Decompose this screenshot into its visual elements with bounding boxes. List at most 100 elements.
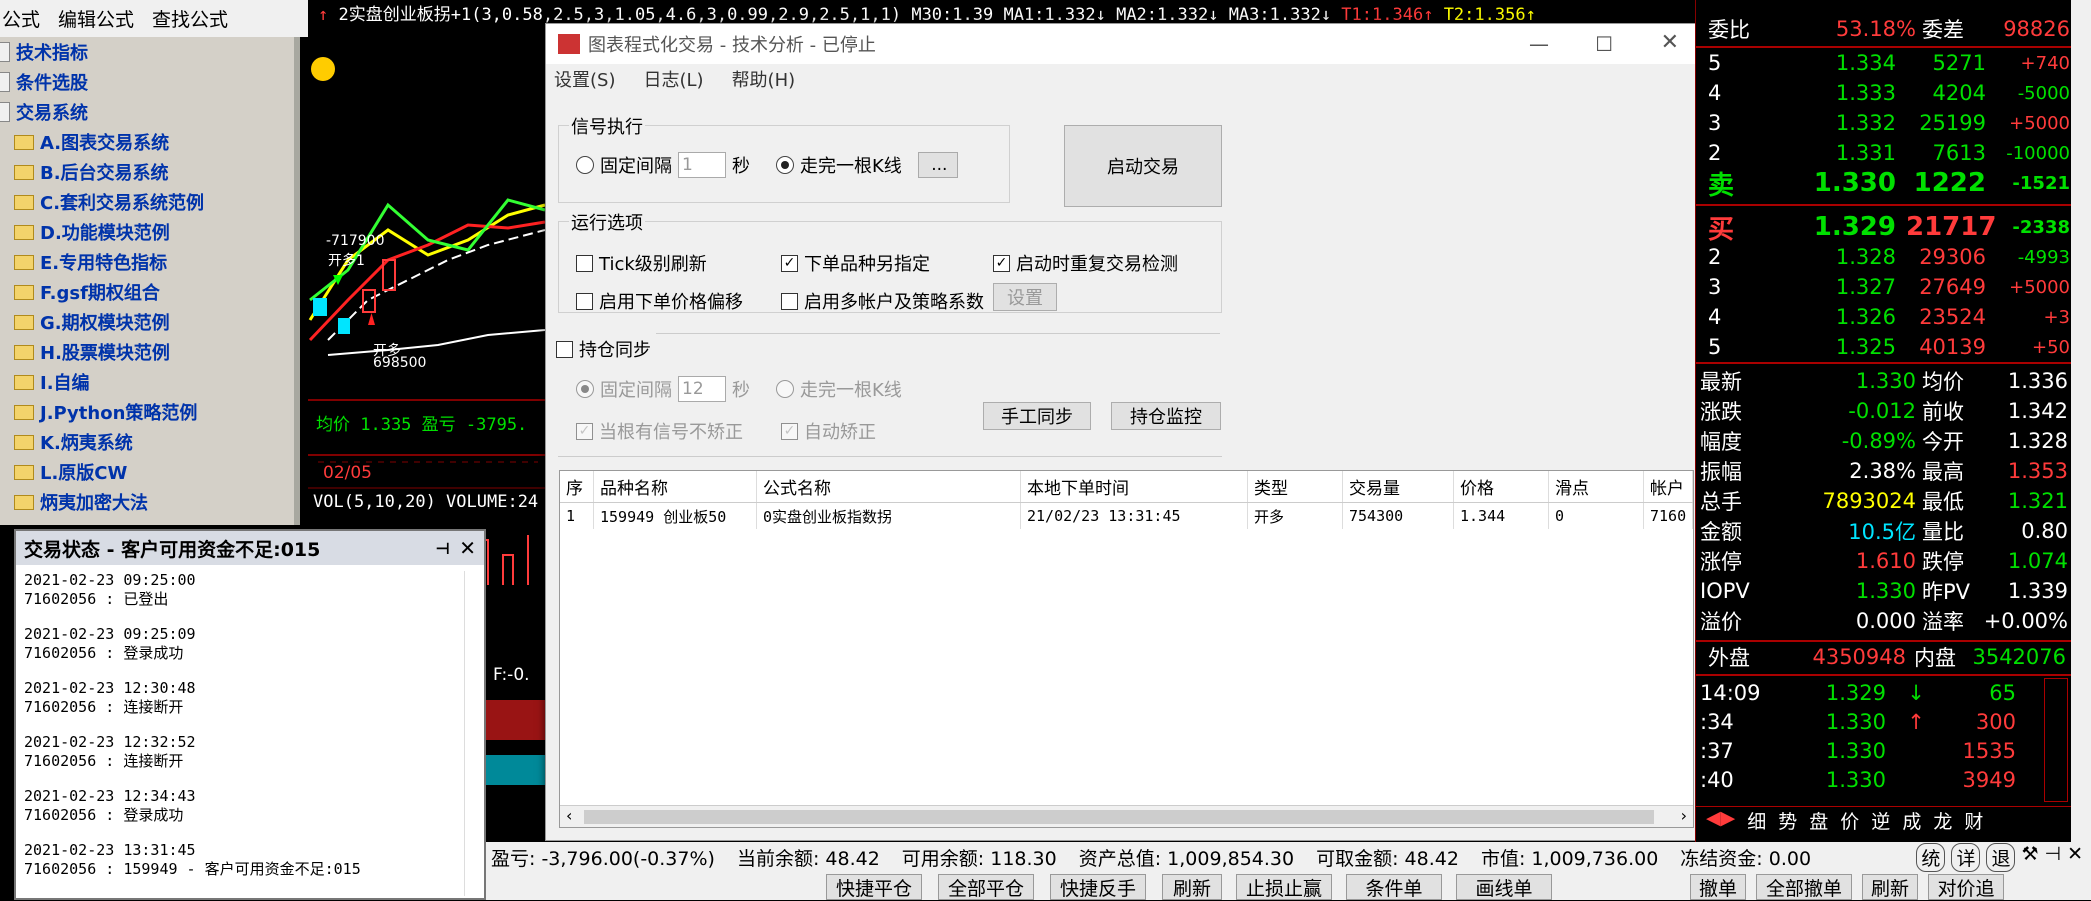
interval-input[interactable]: 1 <box>678 152 726 178</box>
exit-button[interactable]: 退 <box>1986 842 2016 872</box>
fixed-interval-radio[interactable] <box>576 156 594 174</box>
quote-row[interactable]: 4 1.326 23524 +3 <box>1696 302 2072 332</box>
tab-trend[interactable]: 势 <box>1778 807 1797 833</box>
pin-icon[interactable]: ⊣ <box>435 539 450 558</box>
tree-item[interactable]: G.期权模块范例 <box>0 307 294 337</box>
expand-icon[interactable] <box>0 72 10 92</box>
close-all-button[interactable]: 全部平仓 <box>938 874 1034 900</box>
pos-interval-input[interactable]: 12 <box>678 376 726 402</box>
tree-item[interactable]: L.原版CW <box>0 457 294 487</box>
log-scrollbar[interactable] <box>464 571 480 896</box>
tab-book[interactable]: 盘 <box>1809 807 1828 833</box>
quote-row[interactable]: 3 1.327 27649 +5000 <box>1696 272 2072 302</box>
col-header[interactable]: 类型 <box>1248 471 1343 502</box>
pin-icon[interactable]: ⊣ <box>2045 843 2062 872</box>
scroll-right-icon[interactable]: › <box>1681 806 1687 825</box>
pos-sync-checkbox[interactable] <box>556 340 573 358</box>
cancel-all-button[interactable]: 全部撤单 <box>1756 874 1852 900</box>
col-header[interactable]: 序 <box>560 471 594 502</box>
scroll-thumb[interactable] <box>584 810 1654 824</box>
tab-finance[interactable]: 财 <box>1964 807 1983 833</box>
horizontal-scrollbar[interactable]: ‹ › <box>560 805 1693 827</box>
tree-item[interactable]: 炳夷加密大法 <box>0 487 294 517</box>
scroll-left-icon[interactable]: ‹ <box>566 806 572 825</box>
tree-item[interactable]: F.gsf期权组合 <box>0 277 294 307</box>
pos-interval-radio[interactable] <box>576 380 594 398</box>
menu-formula[interactable]: 公式 <box>2 5 40 32</box>
quick-close-button[interactable]: 快捷平仓 <box>826 874 922 900</box>
close-icon[interactable]: ✕ <box>1661 30 1679 55</box>
quote-row[interactable]: 卖 1.330 1222 -1521 <box>1696 168 2072 201</box>
order-specify-checkbox[interactable]: ✓ <box>781 254 798 272</box>
col-header[interactable]: 公式名称 <box>757 471 1021 502</box>
position-monitor-button[interactable]: 持仓监控 <box>1111 402 1221 430</box>
quick-reverse-button[interactable]: 快捷反手 <box>1050 874 1146 900</box>
quote-row[interactable]: 4 1.333 4204 -5000 <box>1696 78 2072 108</box>
tree-item[interactable]: I.自编 <box>0 367 294 397</box>
tree-item[interactable]: 条件选股 <box>0 67 294 97</box>
close-icon[interactable]: ✕ <box>2067 843 2083 872</box>
tree-item[interactable]: B.后台交易系统 <box>0 157 294 187</box>
menu-log[interactable]: 日志(L) <box>643 66 703 92</box>
cancel-order-button[interactable]: 撤单 <box>1690 874 1746 900</box>
tree-item[interactable]: 交易系统 <box>0 97 294 127</box>
refresh-orders-button[interactable]: 刷新 <box>1862 874 1918 900</box>
col-header[interactable]: 帐户 <box>1644 471 1693 502</box>
price-offset-checkbox[interactable] <box>576 292 593 310</box>
no-correct-checkbox[interactable]: ✓ <box>576 422 593 440</box>
quote-row[interactable]: 2 1.328 29306 -4993 <box>1696 242 2072 272</box>
table-row[interactable]: 1 159949 创业板50 0实盘创业板指数拐 21/02/23 13:31:… <box>560 503 1693 529</box>
col-header[interactable]: 品种名称 <box>594 471 757 502</box>
expand-icon[interactable] <box>0 102 10 122</box>
chase-price-button[interactable]: 对价追 <box>1928 874 2004 900</box>
settings-button[interactable]: 设置 <box>993 283 1057 311</box>
walk-k-radio[interactable] <box>776 156 794 174</box>
col-header[interactable]: 价格 <box>1454 471 1549 502</box>
quote-row[interactable]: 买 1.329 21717 -2338 <box>1696 212 2072 245</box>
stats-button[interactable]: 统 <box>1916 842 1946 872</box>
pos-walk-radio[interactable] <box>776 380 794 398</box>
conditional-order-button[interactable]: 条件单 <box>1346 874 1442 900</box>
tree-item[interactable]: A.图表交易系统 <box>0 127 294 157</box>
menu-find-formula[interactable]: 查找公式 <box>152 5 228 32</box>
menu-help[interactable]: 帮助(H) <box>732 66 796 92</box>
minimize-icon[interactable]: — <box>1529 32 1549 56</box>
tab-dragon[interactable]: 龙 <box>1933 807 1952 833</box>
tab-trades[interactable]: 成 <box>1902 807 1921 833</box>
menu-settings[interactable]: 设置(S) <box>554 66 615 92</box>
tick-refresh-checkbox[interactable] <box>576 254 593 272</box>
tree-item[interactable]: 技术指标 <box>0 37 294 67</box>
multi-account-checkbox[interactable] <box>781 292 798 310</box>
quote-row[interactable]: 3 1.332 25199 +5000 <box>1696 108 2072 138</box>
line-order-button[interactable]: 画线单 <box>1456 874 1552 900</box>
col-header[interactable]: 本地下单时间 <box>1021 471 1248 502</box>
refresh-button[interactable]: 刷新 <box>1162 874 1222 900</box>
tree-item[interactable]: D.功能模块范例 <box>0 217 294 247</box>
repeat-check-checkbox[interactable]: ✓ <box>993 254 1010 272</box>
tree-item[interactable]: J.Python策略范例 <box>0 397 294 427</box>
col-header[interactable]: 交易量 <box>1343 471 1454 502</box>
tab-prev-icon[interactable]: ◀▶ <box>1706 807 1735 832</box>
manual-sync-button[interactable]: 手工同步 <box>983 402 1091 430</box>
close-icon[interactable]: ✕ <box>459 536 476 560</box>
start-trade-button[interactable]: 启动交易 <box>1064 125 1222 207</box>
tools-icon[interactable]: ⚒ <box>2021 843 2038 872</box>
tab-reverse[interactable]: 逆 <box>1871 807 1890 833</box>
tab-detail[interactable]: 细 <box>1747 807 1766 833</box>
quote-row[interactable]: 5 1.334 5271 +740 <box>1696 48 2072 78</box>
tree-item[interactable]: K.炳夷系统 <box>0 427 294 457</box>
auto-correct-checkbox[interactable]: ✓ <box>781 422 798 440</box>
detail-button[interactable]: 详 <box>1951 842 1981 872</box>
tick-scrollbar[interactable] <box>2044 678 2068 802</box>
tree-item[interactable]: C.套利交易系统范例 <box>0 187 294 217</box>
expand-icon[interactable] <box>0 42 10 62</box>
maximize-icon[interactable]: ☐ <box>1595 32 1613 56</box>
tree-item[interactable]: H.股票模块范例 <box>0 337 294 367</box>
more-button[interactable]: ... <box>917 152 958 178</box>
tab-price[interactable]: 价 <box>1840 807 1859 833</box>
tree-item[interactable]: E.专用特色指标 <box>0 247 294 277</box>
menu-edit-formula[interactable]: 编辑公式 <box>58 5 134 32</box>
quote-row[interactable]: 5 1.325 40139 +50 <box>1696 332 2072 362</box>
smiley-icon[interactable] <box>311 57 335 81</box>
stop-loss-button[interactable]: 止损止赢 <box>1236 874 1332 900</box>
